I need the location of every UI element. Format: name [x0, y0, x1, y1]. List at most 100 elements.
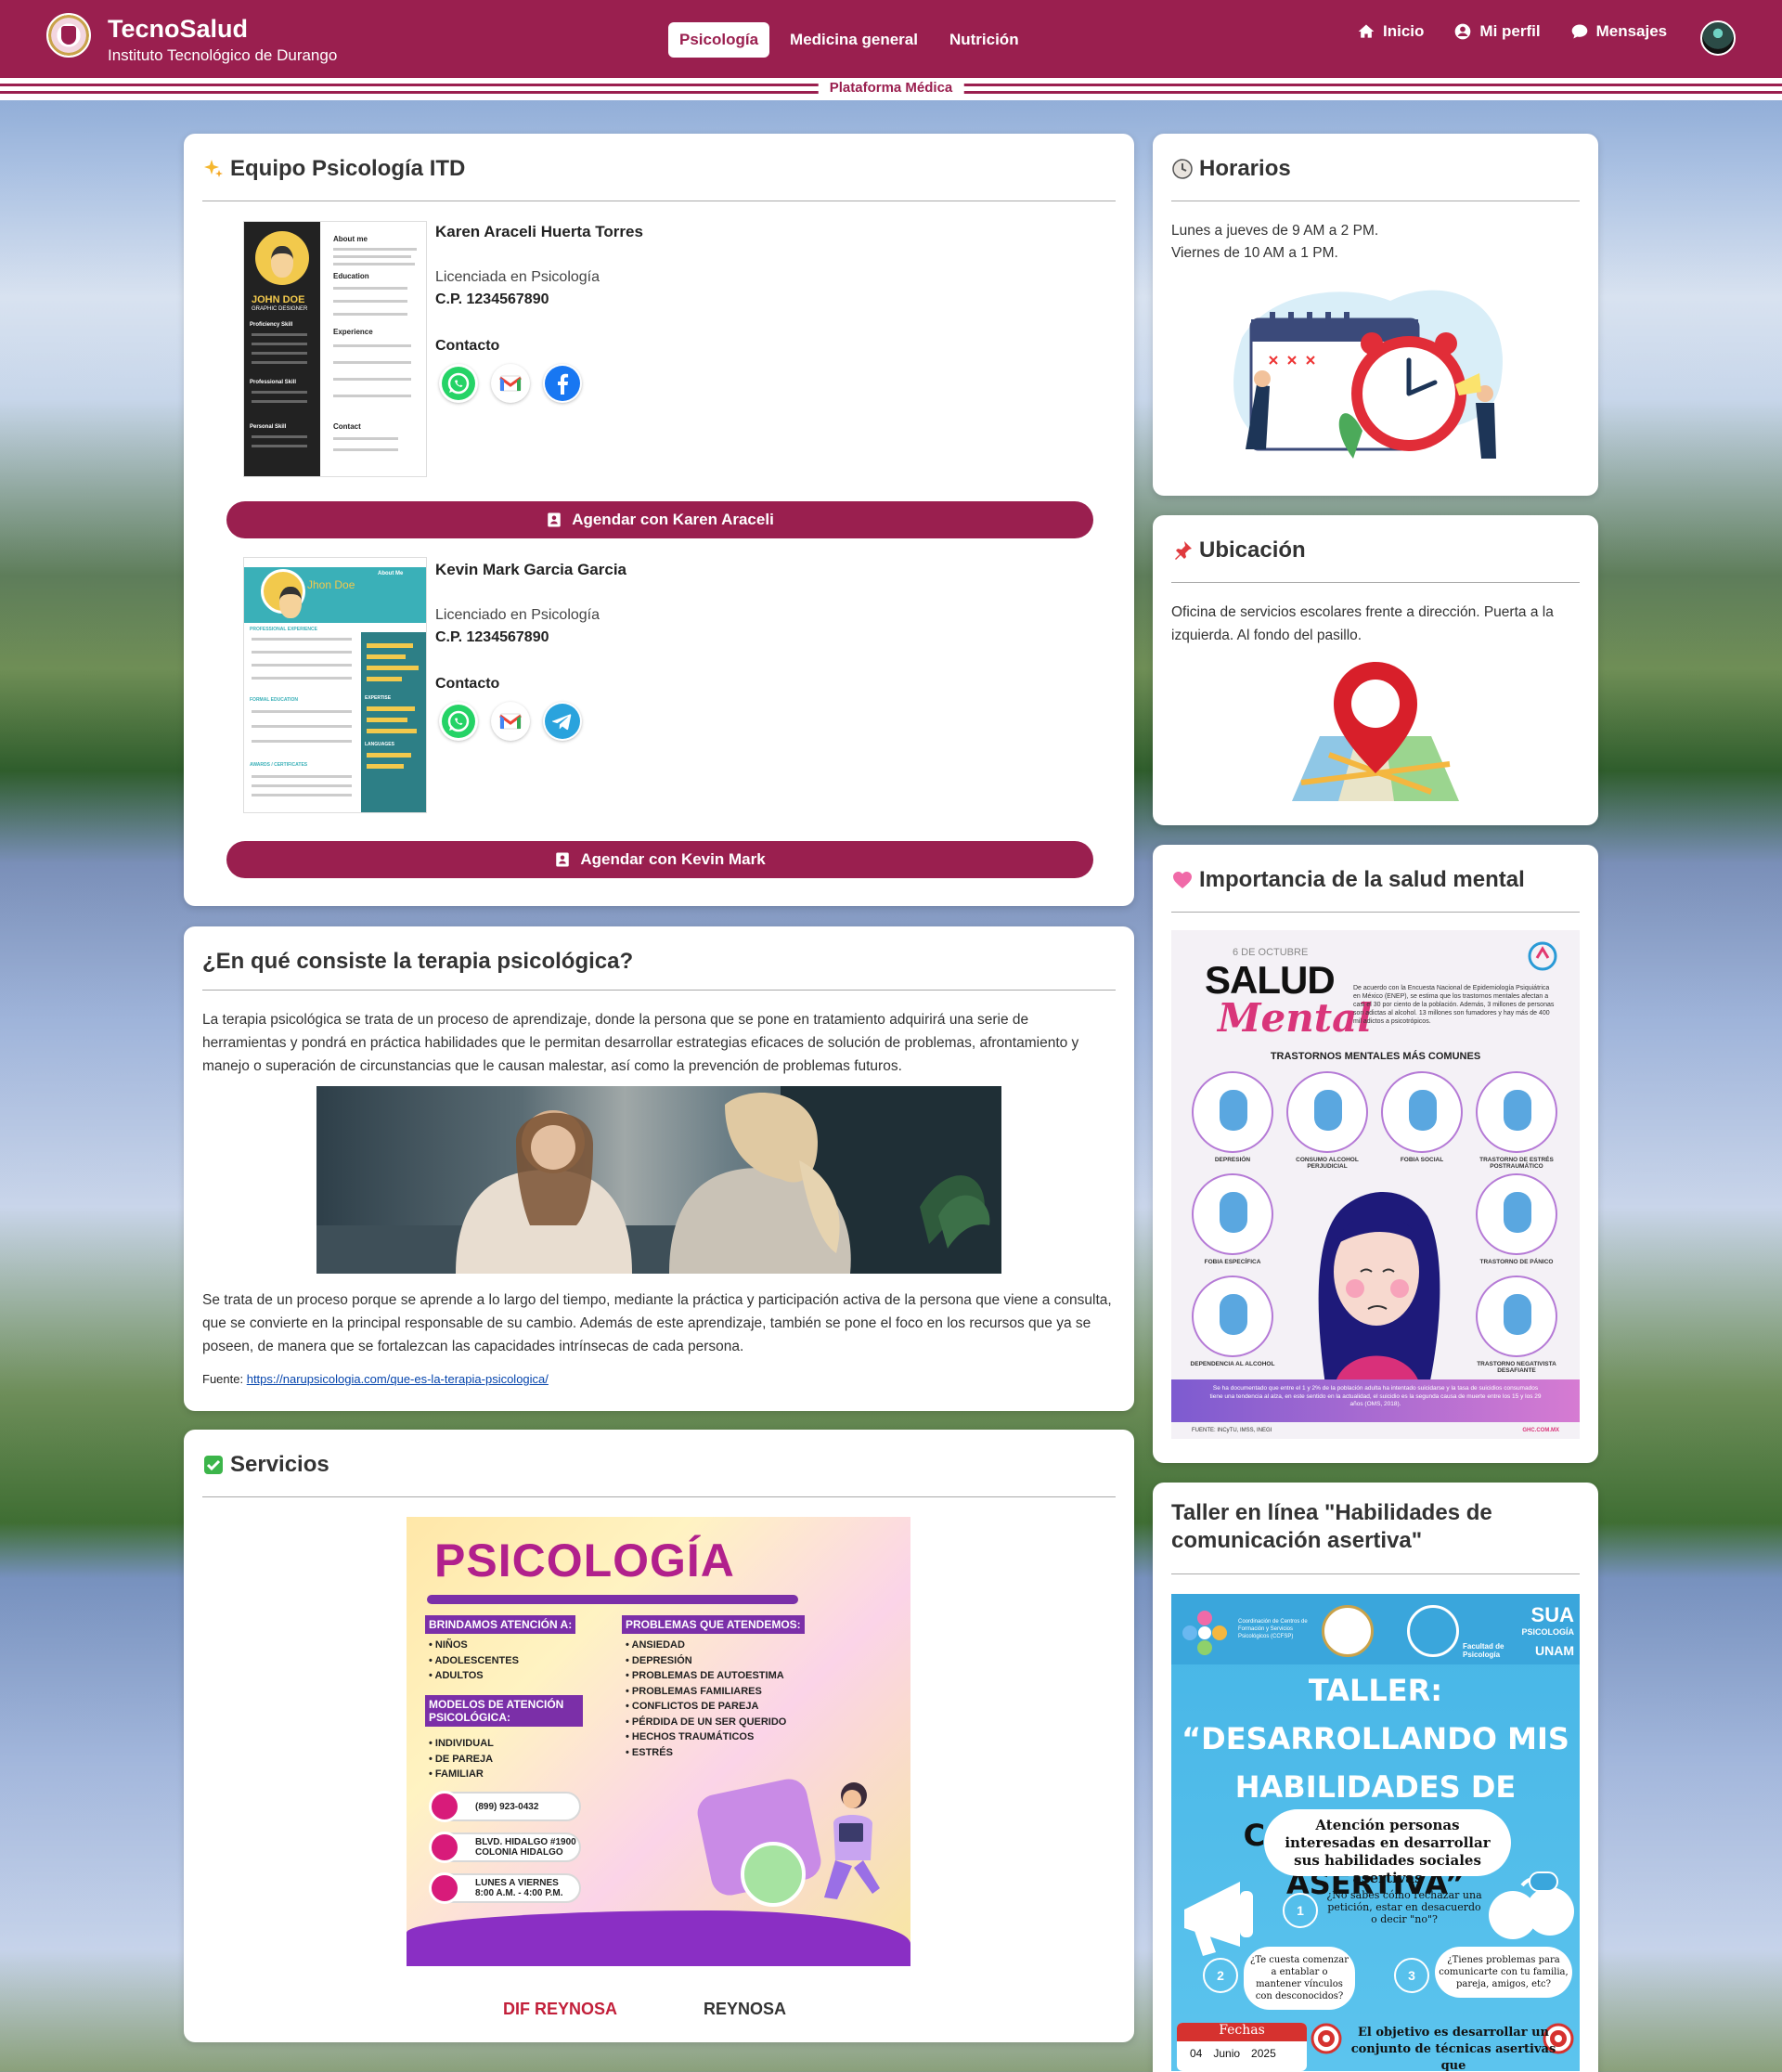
cv-skill-bar: [367, 764, 404, 769]
reynosa-logo: REYNOSA: [704, 2000, 786, 2019]
check-box-icon: [204, 1456, 223, 1474]
schedule-card-title: Horarios: [1171, 156, 1291, 182]
reynosa-logo-text: REYNOSA: [704, 2000, 787, 2018]
conversation-heads-illustration: [1489, 1871, 1574, 1939]
cv-text-line: [333, 287, 407, 290]
poster-underline: [427, 1595, 798, 1604]
cv-skill-bar: [367, 729, 417, 733]
disorder-label: DEPRESIÓN: [1214, 1157, 1251, 1163]
nav-tabs: Psicología Medicina general Nutrición: [668, 22, 1030, 58]
cv-role: GRAPHIC DESIGNER: [252, 306, 308, 312]
cv-section: About Me: [378, 571, 404, 576]
poster-heading: PROBLEMAS QUE ATENDEMOS:: [622, 1615, 805, 1634]
target-icon: [1311, 2023, 1342, 2054]
tab-nutricion[interactable]: Nutrición: [938, 22, 1030, 58]
nav-link-mi-perfil-label: Mi perfil: [1479, 22, 1541, 40]
telegram-button[interactable]: [543, 702, 582, 741]
divider: [1171, 912, 1580, 913]
question-number: 2: [1203, 1958, 1238, 1993]
nav-link-mi-perfil[interactable]: Mi perfil: [1453, 22, 1541, 41]
tab-medicina-general[interactable]: Medicina general: [779, 22, 929, 58]
whatsapp-button[interactable]: [439, 364, 478, 403]
location-title-text: Ubicación: [1199, 537, 1306, 563]
poster-website: GHC.COM.MX: [1522, 1428, 1559, 1433]
cv-avatar-illustration: [261, 569, 305, 618]
cv-text-line: [252, 333, 307, 336]
gmail-button[interactable]: [491, 702, 530, 741]
workshop-poster: Coordinación de Centros de Formación y S…: [1171, 1594, 1580, 2071]
cv-image-kevin: Jhon Doe About Me PROFESSIONAL EXPERIENC…: [243, 557, 427, 813]
cv-section: Proficiency Skill: [250, 322, 293, 328]
disorder-illustration: [1476, 1071, 1557, 1153]
workshop-card: Taller en línea "Habilidades de comunica…: [1153, 1483, 1598, 2072]
source-link[interactable]: https://narupsicologia.com/que-es-la-ter…: [247, 1372, 549, 1386]
member-role: Licenciado en Psicología: [435, 607, 600, 623]
therapy-scene-illustration: [316, 1086, 1001, 1274]
user-avatar[interactable]: [1700, 20, 1736, 56]
cv-section: EXPERTISE: [365, 695, 392, 701]
cv-image-karen: JOHN DOE GRAPHIC DESIGNER About me Educa…: [243, 221, 427, 477]
cv-section: LANGUAGES: [365, 742, 394, 747]
nav-right-links: Inicio Mi perfil Mensajes: [1357, 22, 1667, 41]
divider: [1171, 1573, 1580, 1574]
institute-logo[interactable]: [46, 13, 91, 58]
poster-list: • ANSIEDAD • DEPRESIÓN • PROBLEMAS DE AU…: [626, 1638, 786, 1760]
nav-link-mensajes[interactable]: Mensajes: [1570, 22, 1667, 41]
cv-section: Personal Skill: [250, 424, 287, 430]
services-title-text: Servicios: [230, 1452, 329, 1477]
top-navbar: TecnoSalud Instituto Tecnológico de Dura…: [0, 0, 1782, 78]
book-kevin-label: Agendar con Kevin Mark: [580, 850, 766, 868]
book-karen-button[interactable]: Agendar con Karen Araceli: [226, 501, 1093, 538]
whatsapp-icon: [442, 367, 475, 400]
cv-text-line: [333, 361, 411, 364]
cv-text-line: [333, 448, 398, 451]
clock-icon: [1172, 159, 1193, 179]
gmail-button[interactable]: [491, 364, 530, 403]
book-kevin-button[interactable]: Agendar con Kevin Mark: [226, 841, 1093, 878]
disorder-illustration: [1192, 1276, 1273, 1357]
disorder-label: TRASTORNO DE PÁNICO: [1479, 1259, 1554, 1265]
disorder-label: TRASTORNO DE ESTRÉS POSTRAUMÁTICO: [1479, 1157, 1554, 1170]
cv-text-line: [333, 248, 417, 251]
nav-link-inicio[interactable]: Inicio: [1357, 22, 1424, 41]
salud-mental-poster: 6 DE OCTUBRE SALUD Mental De acuerdo con…: [1171, 930, 1580, 1439]
cv-text-line: [333, 344, 411, 347]
cv-skill-bar: [367, 654, 406, 659]
tab-psicologia[interactable]: Psicología: [668, 22, 770, 58]
facebook-button[interactable]: [543, 364, 582, 403]
services-card: Servicios PSICOLOGÍA BRINDAMOS ATENCIÓN …: [184, 1430, 1134, 2042]
disorder-illustration: [1192, 1071, 1273, 1153]
cv-skill-bar: [367, 718, 407, 722]
brand-subtitle: Instituto Tecnológico de Durango: [108, 46, 338, 64]
cv-text-line: [252, 343, 307, 345]
question-number: 1: [1283, 1893, 1318, 1928]
schedule-line: Viernes de 10 AM a 1 PM.: [1171, 245, 1338, 261]
poster-list-item: • ESTRÉS: [626, 1746, 673, 1758]
dif-logo: DIF REYNOSA: [503, 2000, 617, 2019]
question-number: 3: [1394, 1958, 1429, 1993]
schedule-card: Horarios Lunes a jueves de 9 AM a 2 PM. …: [1153, 134, 1598, 496]
poster-list-item: • DEPRESIÓN: [626, 1654, 692, 1666]
gmail-icon: [499, 375, 522, 392]
cv-name: Jhon Doe: [307, 578, 355, 591]
cv-section: AWARDS / CERTIFICATES: [250, 762, 308, 768]
disorder-illustration: [1476, 1173, 1557, 1255]
whatsapp-button[interactable]: [439, 702, 478, 741]
cv-text-line: [252, 391, 307, 394]
poster-mental: Mental: [1218, 995, 1373, 1041]
cv-section: Contact: [333, 422, 361, 431]
disorder-label: DEPENDENCIA AL ALCOHOL: [1190, 1361, 1275, 1367]
mental-health-card: Importancia de la salud mental 6 DE OCTU…: [1153, 845, 1598, 1463]
university-seal: [1322, 1605, 1374, 1657]
flower-logo: [1182, 1611, 1227, 1655]
cv-section: PROFESSIONAL EXPERIENCE: [250, 627, 317, 632]
location-pin-icon: [429, 1832, 460, 1863]
brand-title[interactable]: TecnoSalud: [108, 15, 248, 44]
telegram-icon: [545, 704, 580, 739]
member-cp: C.P. 1234567890: [435, 629, 549, 645]
chat-bubble-icon: [1571, 24, 1587, 39]
cv-section: FORMAL EDUCATION: [250, 697, 299, 703]
poster-list-item: • PÉRDIDA DE UN SER QUERIDO: [626, 1716, 787, 1728]
calendar-contact-icon: [556, 852, 570, 867]
platform-band: Plataforma Médica: [0, 78, 1782, 100]
